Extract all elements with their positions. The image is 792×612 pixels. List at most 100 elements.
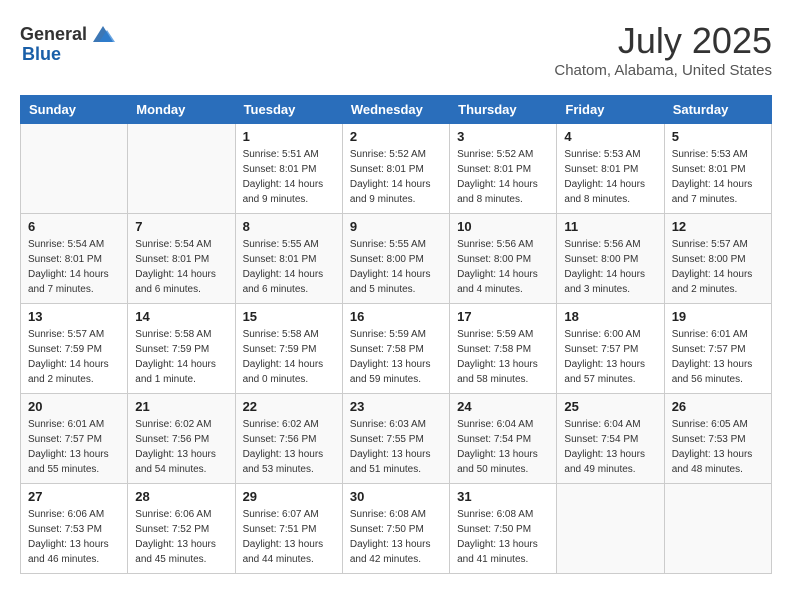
calendar-cell: 28 Sunrise: 6:06 AMSunset: 7:52 PMDayligh… <box>128 484 235 574</box>
calendar-cell <box>664 484 771 574</box>
calendar-cell: 8 Sunrise: 5:55 AMSunset: 8:01 PMDaylight… <box>235 214 342 304</box>
location-subtitle: Chatom, Alabama, United States <box>554 62 772 79</box>
day-info: Sunrise: 6:07 AMSunset: 7:51 PMDaylight:… <box>243 507 335 567</box>
day-number: 5 <box>672 129 764 144</box>
calendar-cell <box>557 484 664 574</box>
day-number: 14 <box>135 309 227 324</box>
calendar-weekday-wednesday: Wednesday <box>342 96 449 124</box>
day-info: Sunrise: 5:52 AMSunset: 8:01 PMDaylight:… <box>457 147 549 207</box>
calendar-cell: 9 Sunrise: 5:55 AMSunset: 8:00 PMDaylight… <box>342 214 449 304</box>
calendar-cell: 26 Sunrise: 6:05 AMSunset: 7:53 PMDayligh… <box>664 394 771 484</box>
calendar-cell: 16 Sunrise: 5:59 AMSunset: 7:58 PMDayligh… <box>342 304 449 394</box>
day-number: 15 <box>243 309 335 324</box>
day-info: Sunrise: 5:57 AMSunset: 8:00 PMDaylight:… <box>672 237 764 297</box>
day-number: 19 <box>672 309 764 324</box>
day-info: Sunrise: 6:06 AMSunset: 7:53 PMDaylight:… <box>28 507 120 567</box>
calendar-cell: 27Sunrise: 6:06 AMSunset: 7:53 PMDayligh… <box>21 484 128 574</box>
day-info: Sunrise: 6:04 AMSunset: 7:54 PMDaylight:… <box>564 417 656 477</box>
day-info: Sunrise: 5:57 AMSunset: 7:59 PMDaylight:… <box>28 327 120 387</box>
day-info: Sunrise: 6:01 AMSunset: 7:57 PMDaylight:… <box>672 327 764 387</box>
day-info: Sunrise: 6:03 AMSunset: 7:55 PMDaylight:… <box>350 417 442 477</box>
day-number: 18 <box>564 309 656 324</box>
day-number: 28 <box>135 489 227 504</box>
calendar-cell: 20 Sunrise: 6:01 AMSunset: 7:57 PMDayligh… <box>21 394 128 484</box>
day-number: 9 <box>350 219 442 234</box>
day-info: Sunrise: 5:58 AMSunset: 7:59 PMDaylight:… <box>243 327 335 387</box>
logo-general: General <box>20 24 87 45</box>
calendar-cell: 23 Sunrise: 6:03 AMSunset: 7:55 PMDayligh… <box>342 394 449 484</box>
logo-icon <box>89 20 117 48</box>
calendar-cell: 4Sunrise: 5:53 AMSunset: 8:01 PMDaylight… <box>557 124 664 214</box>
calendar-table: SundayMondayTuesdayWednesdayThursdayFrid… <box>20 95 772 574</box>
page-header: General Blue July 2025 Chatom, Alabama, … <box>20 20 772 79</box>
calendar-week-row: 6 Sunrise: 5:54 AMSunset: 8:01 PMDaylight… <box>21 214 772 304</box>
calendar-weekday-monday: Monday <box>128 96 235 124</box>
day-info: Sunrise: 6:05 AMSunset: 7:53 PMDaylight:… <box>672 417 764 477</box>
day-info: Sunrise: 6:02 AMSunset: 7:56 PMDaylight:… <box>135 417 227 477</box>
calendar-cell: 12Sunrise: 5:57 AMSunset: 8:00 PMDayligh… <box>664 214 771 304</box>
calendar-cell: 31Sunrise: 6:08 AMSunset: 7:50 PMDayligh… <box>450 484 557 574</box>
calendar-header-row: SundayMondayTuesdayWednesdayThursdayFrid… <box>21 96 772 124</box>
day-number: 26 <box>672 399 764 414</box>
day-info: Sunrise: 6:01 AMSunset: 7:57 PMDaylight:… <box>28 417 120 477</box>
day-number: 11 <box>564 219 656 234</box>
logo: General Blue <box>20 20 117 65</box>
calendar-cell: 17Sunrise: 5:59 AMSunset: 7:58 PMDayligh… <box>450 304 557 394</box>
day-info: Sunrise: 5:56 AMSunset: 8:00 PMDaylight:… <box>564 237 656 297</box>
day-info: Sunrise: 5:58 AMSunset: 7:59 PMDaylight:… <box>135 327 227 387</box>
calendar-cell: 21 Sunrise: 6:02 AMSunset: 7:56 PMDayligh… <box>128 394 235 484</box>
day-info: Sunrise: 5:53 AMSunset: 8:01 PMDaylight:… <box>672 147 764 207</box>
day-number: 10 <box>457 219 549 234</box>
calendar-week-row: 20 Sunrise: 6:01 AMSunset: 7:57 PMDayligh… <box>21 394 772 484</box>
calendar-week-row: 13 Sunrise: 5:57 AMSunset: 7:59 PMDayligh… <box>21 304 772 394</box>
day-number: 23 <box>350 399 442 414</box>
month-year-title: July 2025 <box>554 20 772 62</box>
day-number: 21 <box>135 399 227 414</box>
day-number: 17 <box>457 309 549 324</box>
day-number: 25 <box>564 399 656 414</box>
day-info: Sunrise: 6:08 AMSunset: 7:50 PMDaylight:… <box>457 507 549 567</box>
calendar-weekday-friday: Friday <box>557 96 664 124</box>
day-number: 13 <box>28 309 120 324</box>
day-number: 22 <box>243 399 335 414</box>
day-number: 16 <box>350 309 442 324</box>
day-info: Sunrise: 6:08 AMSunset: 7:50 PMDaylight:… <box>350 507 442 567</box>
calendar-cell <box>21 124 128 214</box>
calendar-cell: 1Sunrise: 5:51 AMSunset: 8:01 PMDaylight… <box>235 124 342 214</box>
calendar-cell: 2 Sunrise: 5:52 AMSunset: 8:01 PMDaylight… <box>342 124 449 214</box>
calendar-cell: 7Sunrise: 5:54 AMSunset: 8:01 PMDaylight… <box>128 214 235 304</box>
day-number: 20 <box>28 399 120 414</box>
day-number: 6 <box>28 219 120 234</box>
day-number: 3 <box>457 129 549 144</box>
calendar-cell: 19 Sunrise: 6:01 AMSunset: 7:57 PMDayligh… <box>664 304 771 394</box>
logo-blue: Blue <box>22 44 61 65</box>
day-info: Sunrise: 6:00 AMSunset: 7:57 PMDaylight:… <box>564 327 656 387</box>
calendar-cell: 15 Sunrise: 5:58 AMSunset: 7:59 PMDayligh… <box>235 304 342 394</box>
calendar-cell: 24 Sunrise: 6:04 AMSunset: 7:54 PMDayligh… <box>450 394 557 484</box>
title-section: July 2025 Chatom, Alabama, United States <box>554 20 772 79</box>
calendar-cell: 14 Sunrise: 5:58 AMSunset: 7:59 PMDayligh… <box>128 304 235 394</box>
calendar-weekday-tuesday: Tuesday <box>235 96 342 124</box>
day-info: Sunrise: 5:56 AMSunset: 8:00 PMDaylight:… <box>457 237 549 297</box>
day-info: Sunrise: 5:59 AMSunset: 7:58 PMDaylight:… <box>350 327 442 387</box>
calendar-weekday-sunday: Sunday <box>21 96 128 124</box>
calendar-cell: 18 Sunrise: 6:00 AMSunset: 7:57 PMDayligh… <box>557 304 664 394</box>
calendar-weekday-thursday: Thursday <box>450 96 557 124</box>
calendar-week-row: 27Sunrise: 6:06 AMSunset: 7:53 PMDayligh… <box>21 484 772 574</box>
day-number: 2 <box>350 129 442 144</box>
day-number: 8 <box>243 219 335 234</box>
day-info: Sunrise: 5:54 AMSunset: 8:01 PMDaylight:… <box>28 237 120 297</box>
calendar-weekday-saturday: Saturday <box>664 96 771 124</box>
day-info: Sunrise: 6:04 AMSunset: 7:54 PMDaylight:… <box>457 417 549 477</box>
day-info: Sunrise: 5:55 AMSunset: 8:01 PMDaylight:… <box>243 237 335 297</box>
day-info: Sunrise: 5:55 AMSunset: 8:00 PMDaylight:… <box>350 237 442 297</box>
day-number: 30 <box>350 489 442 504</box>
day-number: 1 <box>243 129 335 144</box>
calendar-cell: 13 Sunrise: 5:57 AMSunset: 7:59 PMDayligh… <box>21 304 128 394</box>
calendar-cell: 22Sunrise: 6:02 AMSunset: 7:56 PMDayligh… <box>235 394 342 484</box>
day-number: 4 <box>564 129 656 144</box>
day-info: Sunrise: 6:06 AMSunset: 7:52 PMDaylight:… <box>135 507 227 567</box>
calendar-week-row: 1Sunrise: 5:51 AMSunset: 8:01 PMDaylight… <box>21 124 772 214</box>
day-number: 24 <box>457 399 549 414</box>
day-info: Sunrise: 5:52 AMSunset: 8:01 PMDaylight:… <box>350 147 442 207</box>
